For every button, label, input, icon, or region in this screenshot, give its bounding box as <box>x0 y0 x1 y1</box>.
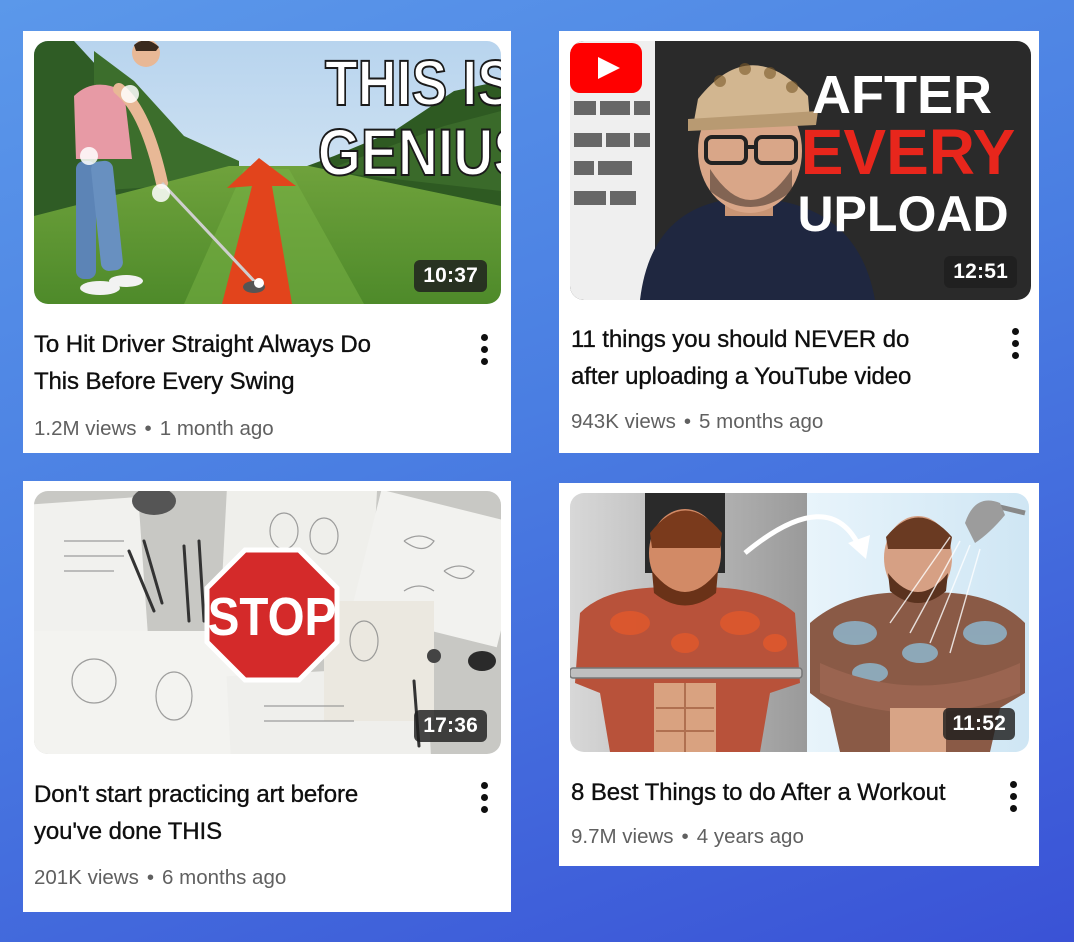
video-title[interactable]: 11 things you should NEVER do after uplo… <box>571 321 991 395</box>
more-vert-icon[interactable] <box>475 781 495 815</box>
upload-age: 4 years ago <box>696 825 804 848</box>
view-count: 201K views <box>34 866 139 889</box>
video-card-1[interactable]: THIS IS GENIUS 10:37 To Hit Driver Strai… <box>23 31 511 453</box>
more-vert-icon[interactable] <box>1006 327 1026 361</box>
duration-badge: 17:36 <box>414 710 487 742</box>
thumbnail-4[interactable]: 11:52 <box>570 493 1029 752</box>
meta-separator: • <box>683 410 692 433</box>
video-card-2[interactable]: AFTER EVERY UPLOAD 12:51 11 things you s… <box>559 31 1039 453</box>
thumbnail-overlay-text: GENIUS <box>318 115 501 189</box>
video-card-4[interactable]: 11:52 8 Best Things to do After a Workou… <box>559 483 1039 866</box>
video-title-line-2: This Before Every Swing <box>34 368 295 395</box>
duration-badge: 10:37 <box>414 260 487 292</box>
video-title-line-1: 11 things you should NEVER do <box>571 326 910 353</box>
video-title-line-2: after uploading a YouTube video <box>571 363 912 390</box>
video-metadata: 9.7M views • 4 years ago <box>571 825 804 849</box>
thumbnail-2[interactable]: AFTER EVERY UPLOAD 12:51 <box>570 41 1031 300</box>
upload-age: 6 months ago <box>162 866 287 889</box>
video-title[interactable]: Don't start practicing art before you've… <box>34 776 464 850</box>
thumbnail-overlay-text: THIS IS <box>325 47 501 120</box>
video-metadata: 943K views • 5 months ago <box>571 410 823 434</box>
thumbnail-3[interactable]: STOP 17:36 <box>34 491 501 754</box>
more-vert-icon[interactable] <box>1004 780 1024 814</box>
more-vert-icon[interactable] <box>475 333 495 367</box>
video-title-line-1: Don't start practicing art before <box>34 781 359 808</box>
video-metadata: 201K views • 6 months ago <box>34 866 286 890</box>
video-title-line-2: you've done THIS <box>34 818 222 845</box>
thumbnail-overlay-text: EVERY <box>801 116 1016 188</box>
video-title-line-1: To Hit Driver Straight Always Do <box>34 331 371 358</box>
youtube-logo-icon <box>570 43 642 93</box>
meta-separator: • <box>681 825 689 848</box>
view-count: 1.2M views <box>34 417 137 440</box>
video-title-line-1: 8 Best Things to do After a Workout <box>571 779 946 806</box>
view-count: 9.7M views <box>571 825 674 848</box>
video-title[interactable]: 8 Best Things to do After a Workout <box>571 774 1001 811</box>
meta-separator: • <box>146 866 155 889</box>
view-count: 943K views <box>571 410 676 433</box>
thumbnail-1[interactable]: THIS IS GENIUS 10:37 <box>34 41 501 304</box>
video-metadata: 1.2M views • 1 month ago <box>34 417 274 441</box>
thumbnail-overlay-text: UPLOAD <box>797 186 1008 242</box>
video-title[interactable]: To Hit Driver Straight Always Do This Be… <box>34 326 464 400</box>
upload-age: 5 months ago <box>699 410 824 433</box>
meta-separator: • <box>144 417 152 440</box>
video-card-3[interactable]: STOP 17:36 Don't start practicing art be… <box>23 481 511 912</box>
duration-badge: 12:51 <box>944 256 1017 288</box>
duration-badge: 11:52 <box>943 708 1015 740</box>
upload-age: 1 month ago <box>159 417 274 440</box>
thumbnail-overlay-text: STOP <box>208 586 337 647</box>
